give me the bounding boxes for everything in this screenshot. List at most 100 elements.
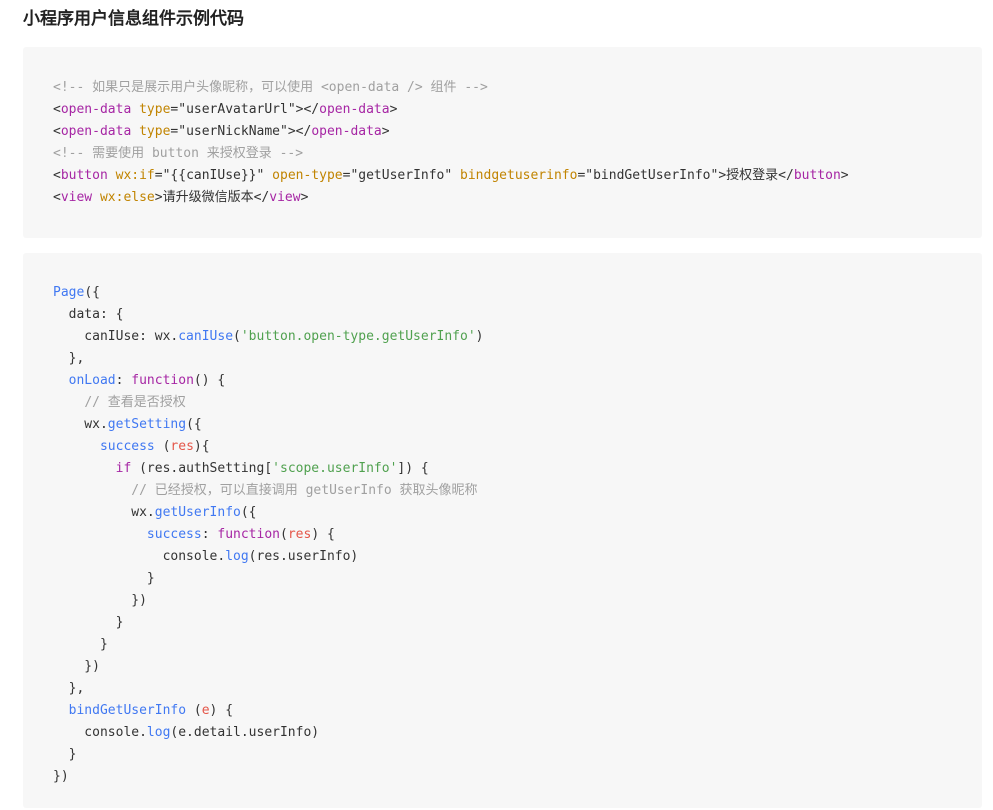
code-token-plain: (res.userInfo) [248,549,359,564]
code-token-comment: // 查看是否授权 [84,395,186,410]
code-token-plain: ) { [311,527,335,542]
code-line: <view wx:else>请升级微信版本</view> [53,187,982,209]
code-token-tag: button [793,168,841,183]
code-token-tag: open-data [319,102,390,117]
code-token-plain: console. [53,725,147,740]
code-token-prop: success [99,439,155,454]
code-line: } [53,612,982,634]
code-token-prop: bindGetUserInfo [68,703,187,718]
code-token-plain: < [53,190,61,205]
page-title: 小程序用户信息组件示例代码 [23,9,244,29]
code-token-plain: ) { [209,703,234,718]
code-line: // 已经授权，可以直接调用 getUserInfo 获取头像昵称 [53,480,982,502]
code-token-plain: ="userNickName"></ [170,124,312,139]
code-token-plain: < [53,124,61,139]
code-line: data: { [53,304,982,326]
code-token-plain: ( [280,527,288,542]
code-line: onLoad: function() { [53,370,982,392]
code-token-plain: : [201,527,218,542]
code-token-fn: getUserInfo [154,505,241,520]
code-token-attr: type [139,102,171,117]
code-line: } [53,744,982,766]
code-line: canIUse: wx.canIUse('button.open-type.ge… [53,326,982,348]
code-token-plain: ) [475,329,484,344]
code-token-fn: log [146,725,171,740]
code-token-keyword: function [131,373,194,388]
code-token-plain: canIUse: wx. [53,329,179,344]
code-token-plain: > [389,102,398,117]
code-token-fn: getSetting [107,417,187,432]
code-line: <open-data type="userAvatarUrl"></open-d… [53,99,982,121]
code-token-attr: open-type [272,168,343,183]
code-token-prop: success [146,527,202,542]
code-token-plain: }, [53,351,85,366]
code-token-plain: console. [53,549,226,564]
code-token-plain: : [115,373,132,388]
code-line: }) [53,590,982,612]
code-line: } [53,634,982,656]
code-token-tag: view [60,190,93,205]
code-token-tag: button [60,168,108,183]
code-token-param: e [201,703,210,718]
code-token-attr: wx:if [115,168,155,183]
code-token-attr: wx:else [99,190,155,205]
code-token-tag: view [269,190,301,205]
code-token-plain: > [300,190,309,205]
code-token-plain: (res.authSetting[ [131,461,273,476]
code-token-comment: <!-- 需要使用 button 来授权登录 --> [53,146,304,161]
code-line: if (res.authSetting['scope.userInfo']) { [53,458,982,480]
code-token-plain: }) [53,659,100,674]
code-line: // 查看是否授权 [53,392,982,414]
code-token-plain: (e.detail.userInfo) [170,725,320,740]
code-token-plain: ]) { [397,461,429,476]
code-token-plain: data: { [53,307,124,322]
code-token-plain: } [53,747,77,762]
code-line: success (res){ [53,436,982,458]
code-token-plain: } [53,571,155,586]
code-token-plain: < [53,168,61,183]
code-token-plain: ( [154,439,171,454]
code-token-fn: Page [53,285,85,300]
code-token-plain: wx. [53,505,155,520]
code-token-plain: () { [193,373,226,388]
code-token-comment: <!-- 如果只是展示用户头像昵称，可以使用 <open-data /> 组件 … [53,80,488,95]
code-token-plain: ){ [193,439,210,454]
code-token-keyword: if [115,461,132,476]
code-token-plain: ="bindGetUserInfo">授权登录</ [577,168,794,183]
code-token-plain: } [53,637,108,652]
code-line: <!-- 需要使用 button 来授权登录 --> [53,143,982,165]
code-token-tag: open-data [60,124,132,139]
code-token-plain: ({ [240,505,257,520]
code-block-wxml: <!-- 如果只是展示用户头像昵称，可以使用 <open-data /> 组件 … [23,47,982,238]
code-token-plain: } [53,615,124,630]
code-token-plain: ="userAvatarUrl"></ [170,102,320,117]
code-token-plain: ( [186,703,202,718]
code-line: <open-data type="userNickName"></open-da… [53,121,982,143]
code-token-fn: log [225,549,249,564]
code-token-plain: ="{{canIUse}}" [154,168,273,183]
code-token-param: res [170,439,194,454]
code-token-string: 'scope.userInfo' [272,461,398,476]
code-line: wx.getSetting({ [53,414,982,436]
code-token-fn: canIUse [178,329,234,344]
code-token-plain: ="getUserInfo" [342,168,461,183]
code-line: }) [53,766,982,788]
code-token-plain: > [381,124,390,139]
code-token-plain: ( [233,329,241,344]
code-block-javascript: Page({ data: { canIUse: wx.canIUse('butt… [23,253,982,808]
code-token-comment: // 已经授权，可以直接调用 getUserInfo 获取头像昵称 [131,483,478,498]
code-token-plain: }, [53,681,85,696]
code-token-attr: bindgetuserinfo [460,168,578,183]
code-line: wx.getUserInfo({ [53,502,982,524]
code-token-plain: }) [53,769,69,784]
code-token-string: 'button.open-type.getUserInfo' [240,329,476,344]
